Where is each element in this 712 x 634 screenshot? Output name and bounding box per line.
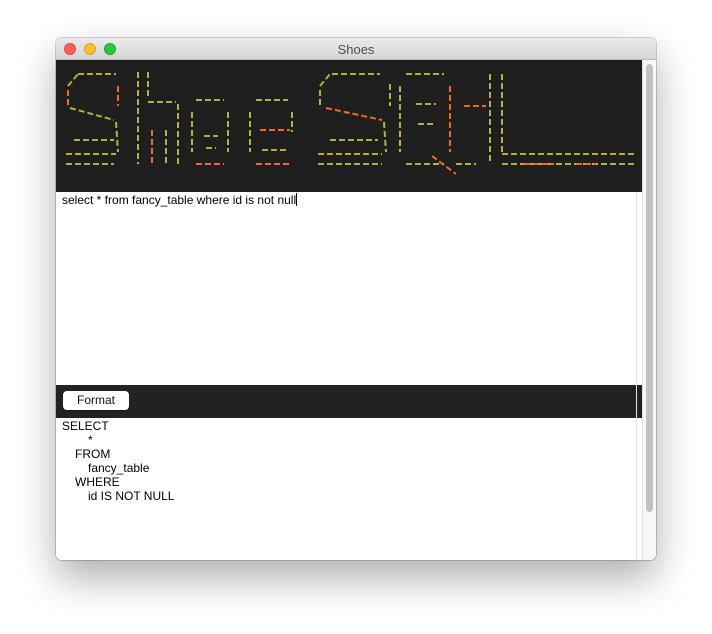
ascii-art-logo: ShoeSQL [56,60,642,192]
formatted-sql-line: WHERE [75,475,120,489]
logo-stroke [69,107,115,121]
window-title: Shoes [337,42,375,57]
shoesql-logo-art: ShoeSQL [66,72,636,175]
logo-stroke [115,121,119,153]
formatted-sql-line: FROM [75,447,111,461]
sql-query-text-line[interactable]: select * from fancy_table where id is no… [62,193,298,207]
format-toolbar: Format [56,385,642,418]
vertical-scrollbar[interactable] [642,60,656,560]
sql-query-text: select * from fancy_table where id is no… [62,193,297,207]
app-window: Shoes ShoeSQL select * from fancy_table … [56,38,656,560]
formatted-sql-line: SELECT [62,419,109,433]
logo-stroke [325,107,383,121]
format-button[interactable]: Format [63,391,129,410]
formatted-sql-output[interactable]: SELECT * FROM fancy_table WHERE id IS NOT NUL… [56,418,642,560]
logo-stroke [319,73,331,87]
logo-stroke [383,121,387,153]
formatted-sql-line: fancy_table [88,461,150,475]
text-caret [296,193,298,206]
editor-right-divider [636,192,637,560]
sql-query-editor[interactable]: select * from fancy_table where id is no… [56,192,642,385]
scrollbar-thumb[interactable] [646,64,653,512]
formatted-sql-line: id IS NOT NULL [88,489,175,503]
formatted-sql-line: * [88,433,93,447]
title-bar[interactable]: Shoes [56,38,656,60]
logo-stroke [67,73,79,87]
